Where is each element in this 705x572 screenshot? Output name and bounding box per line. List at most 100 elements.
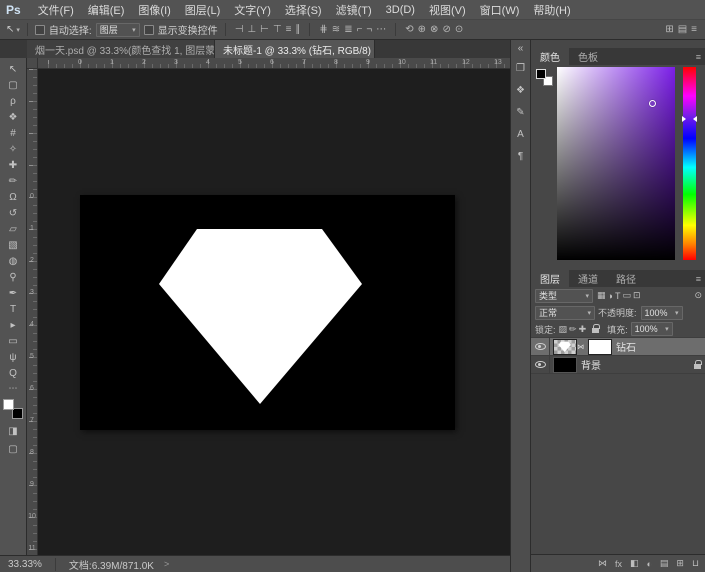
layer-thumbnail[interactable]	[554, 340, 576, 354]
layers-footer-icon[interactable]: ⊔	[692, 558, 699, 569]
tool-button[interactable]: ✧	[0, 141, 26, 157]
opacity-dropdown[interactable]: 100% ▾	[641, 306, 683, 320]
layers-footer-icon[interactable]: ▤	[660, 558, 669, 569]
tool-button[interactable]: ✏	[0, 173, 26, 189]
workspace-icon[interactable]: ▤	[676, 24, 689, 35]
threed-mode-icon[interactable]: ⊗	[428, 24, 440, 35]
panel-menu-icon[interactable]: ≡	[696, 274, 705, 284]
layer-row-background[interactable]: 背景	[531, 356, 705, 374]
filter-icon[interactable]: T	[614, 291, 622, 301]
foreground-background-swatches[interactable]	[3, 399, 23, 419]
tool-button[interactable]: Ω	[0, 189, 26, 205]
align-icon[interactable]: ∥	[293, 24, 302, 35]
fill-dropdown[interactable]: 100% ▾	[631, 322, 673, 336]
lock-option-icon[interactable]: ✚	[578, 324, 588, 335]
align-icon[interactable]: ⊣	[233, 24, 246, 35]
tool-button[interactable]: ψ	[0, 349, 26, 365]
tool-button[interactable]: ▱	[0, 221, 26, 237]
layers-footer-icon[interactable]: fx	[615, 559, 622, 569]
tool-button[interactable]: ✚	[0, 157, 26, 173]
dock-panel-icon[interactable]: ❐	[516, 63, 525, 74]
status-popup-chevron-icon[interactable]: >	[164, 559, 169, 569]
tool-button[interactable]: ↺	[0, 205, 26, 221]
foreground-color-swatch[interactable]	[3, 399, 14, 410]
layers-footer-icon[interactable]: ◐	[646, 559, 651, 569]
menu-item[interactable]: 文字(Y)	[227, 2, 278, 18]
filter-icon[interactable]: ◑	[607, 291, 614, 301]
dock-panel-icon[interactable]: ✎	[516, 107, 524, 118]
align-icon[interactable]: ≡	[284, 24, 294, 35]
saturation-brightness-field[interactable]	[557, 67, 675, 260]
threed-mode-icon[interactable]: ⟲	[403, 24, 415, 35]
menu-item[interactable]: 文件(F)	[31, 2, 81, 18]
align-icon[interactable]: ⊥	[245, 24, 258, 35]
visibility-toggle[interactable]	[531, 338, 550, 355]
screen-mode-icon[interactable]: ▢	[8, 444, 17, 455]
auto-select-checkbox[interactable]	[35, 25, 45, 35]
lock-all-icon[interactable]	[589, 325, 601, 333]
layer-mask-thumbnail[interactable]	[589, 340, 611, 354]
tool-button[interactable]: #	[0, 125, 26, 141]
distribute-icon[interactable]: ⋕	[317, 24, 329, 35]
align-icon[interactable]: ⊢	[258, 24, 271, 35]
menu-item[interactable]: 编辑(E)	[81, 2, 132, 18]
layer-name[interactable]: 钻石	[616, 339, 636, 354]
expand-panels-icon[interactable]: «	[518, 43, 524, 54]
workspace-icon[interactable]: ⊞	[663, 24, 675, 35]
quick-mask-icon[interactable]: ◨	[8, 426, 17, 437]
threed-mode-icon[interactable]: ⊘	[440, 24, 452, 35]
color-panel-swatches[interactable]	[536, 69, 553, 86]
layers-footer-icon[interactable]: ⋈	[598, 558, 607, 569]
distribute-icon[interactable]: ≣	[342, 24, 354, 35]
tab-swatches[interactable]: 色板	[569, 48, 607, 65]
filter-type-dropdown[interactable]: 类型 ▾	[535, 289, 593, 303]
lock-option-icon[interactable]: ▨	[558, 324, 569, 335]
threed-mode-icon[interactable]: ⊙	[453, 24, 465, 35]
distribute-icon[interactable]: ⌐	[355, 24, 365, 35]
tool-button[interactable]: ✒	[0, 285, 26, 301]
tool-button[interactable]: ▭	[0, 333, 26, 349]
color-cursor[interactable]	[649, 100, 656, 107]
visibility-toggle[interactable]	[531, 356, 550, 373]
tab-color[interactable]: 颜色	[531, 48, 569, 65]
mask-link-icon[interactable]: ⋈	[577, 343, 584, 351]
menu-item[interactable]: 滤镜(T)	[329, 2, 379, 18]
dock-panel-icon[interactable]: ¶	[518, 151, 523, 162]
layer-name[interactable]: 背景	[581, 357, 601, 372]
blend-mode-dropdown[interactable]: 正常 ▾	[535, 306, 595, 320]
tool-button[interactable]: Q	[0, 365, 26, 381]
tool-button[interactable]: ⚲	[0, 269, 26, 285]
layer-thumbnail[interactable]	[554, 358, 576, 372]
distribute-icon[interactable]: ≋	[330, 24, 342, 35]
threed-mode-icon[interactable]: ⊕	[416, 24, 428, 35]
filter-icon[interactable]: ▭	[621, 290, 632, 301]
tool-button[interactable]: ◍	[0, 253, 26, 269]
zoom-level-field[interactable]: 33.33%	[8, 559, 42, 570]
distribute-icon[interactable]: ¬	[364, 24, 374, 35]
tool-button[interactable]: ▢	[0, 77, 26, 93]
align-icon[interactable]: ⊤	[271, 24, 284, 35]
menu-item[interactable]: 窗口(W)	[473, 2, 527, 18]
tool-button[interactable]: ▸	[0, 317, 26, 333]
tool-button[interactable]: ↖	[0, 61, 26, 77]
menu-item[interactable]: 帮助(H)	[526, 2, 577, 18]
filter-icon[interactable]: ▦	[596, 290, 607, 301]
layers-footer-icon[interactable]: ⊞	[676, 558, 684, 569]
document-canvas[interactable]	[80, 195, 455, 430]
document-tab-inactive[interactable]: 烟一天.psd @ 33.3%(颜色查找 1, 图层蒙版/8) *	[27, 40, 215, 58]
filter-icon[interactable]: ⊡	[632, 290, 642, 301]
menu-item[interactable]: 视图(V)	[422, 2, 473, 18]
document-tab-active[interactable]: 未标题-1 @ 33.3% (钻石, RGB/8) *	[215, 40, 375, 58]
dock-panel-icon[interactable]: A	[517, 129, 524, 140]
menu-item[interactable]: 图像(I)	[131, 2, 177, 18]
auto-select-dropdown[interactable]: 图层 ▾	[96, 23, 140, 37]
tool-button[interactable]: ❖	[0, 109, 26, 125]
edit-toolbar-icon[interactable]: ⋯	[9, 383, 18, 394]
menu-item[interactable]: 选择(S)	[278, 2, 329, 18]
distribute-icon[interactable]: ⋯	[374, 24, 388, 35]
panel-menu-icon[interactable]: ≡	[696, 52, 705, 62]
current-tool-chip[interactable]: ↖ ▾	[6, 24, 20, 35]
lock-option-icon[interactable]: ✏	[568, 324, 578, 335]
tool-button[interactable]: ρ	[0, 93, 26, 109]
layers-footer-icon[interactable]: ◧	[630, 558, 639, 569]
